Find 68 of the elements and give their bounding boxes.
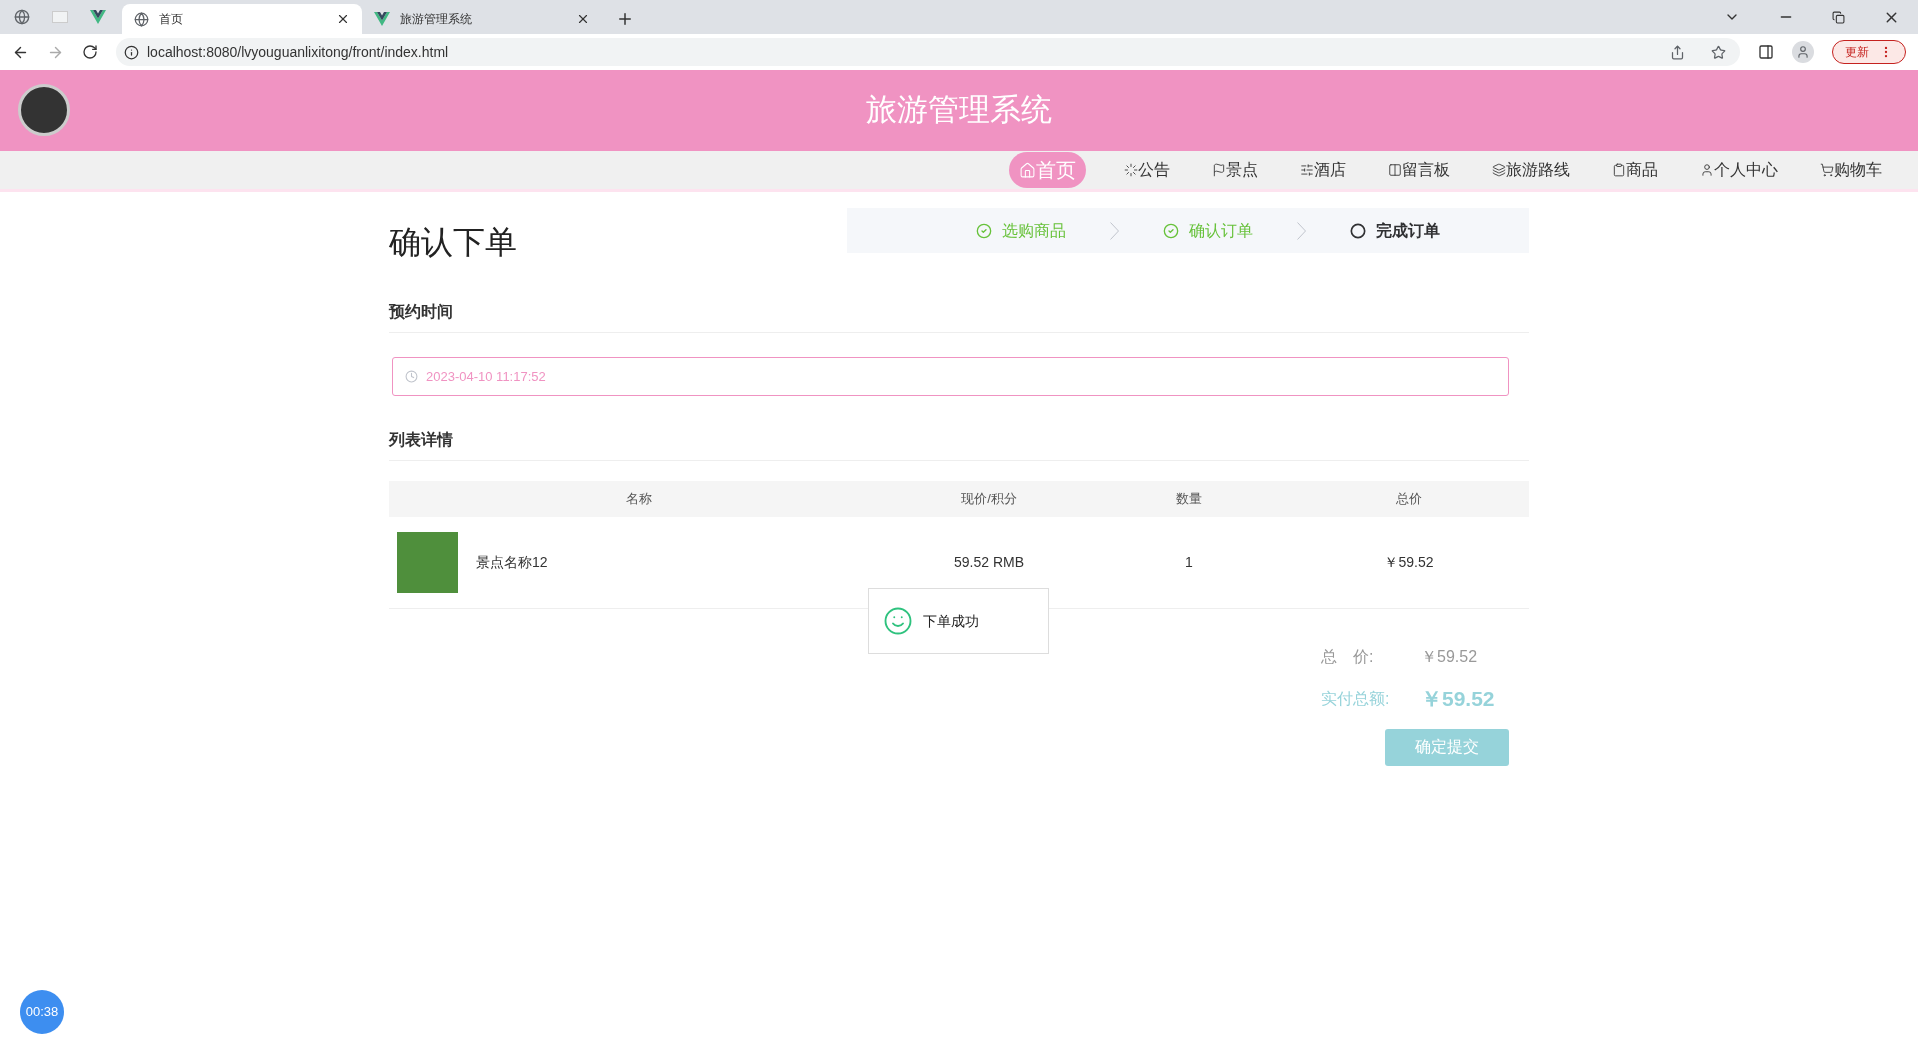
cart-icon: [1820, 163, 1834, 177]
site-title: 旅游管理系统: [866, 91, 1052, 130]
url-text: localhost:8080/lvyouguanlixitong/front/index.html: [147, 42, 450, 62]
section-title: 预约时间: [389, 303, 453, 320]
loader-icon: [1124, 163, 1138, 177]
side-panel-icon[interactable]: [1758, 44, 1774, 60]
step-item: 完成订单: [1350, 218, 1440, 243]
user-icon: [1700, 163, 1714, 177]
nav-item[interactable]: 个人中心: [1696, 152, 1782, 188]
table-cell-text: 59.52 RMB: [953, 553, 1024, 572]
v-logo-icon: [90, 10, 106, 24]
nav-item[interactable]: 商品: [1608, 152, 1662, 188]
globe-icon: [134, 11, 149, 27]
total-value: ￥59.52: [1421, 647, 1478, 667]
nav-item[interactable]: 购物车: [1816, 152, 1886, 188]
browser-tab[interactable]: 首页: [122, 4, 362, 34]
paid-value: ￥59.52: [1421, 686, 1495, 712]
tab-title: 旅游管理系统: [400, 11, 473, 28]
paid-label: 实付总额:: [1321, 688, 1391, 709]
restore-icon[interactable]: [1832, 10, 1845, 24]
total-label: 总 价:: [1321, 647, 1375, 667]
update-button[interactable]: 更新: [1832, 40, 1906, 64]
tab-title: 首页: [159, 11, 184, 28]
info-icon: [124, 44, 139, 60]
photo-placeholder: [397, 532, 458, 593]
nav-item[interactable]: 景点: [1208, 152, 1262, 188]
chevron-icon: [1297, 221, 1306, 240]
flag-icon: [1212, 163, 1226, 177]
nav-item[interactable]: 公告: [1120, 152, 1174, 188]
chevron-icon: [1110, 221, 1119, 240]
close-icon[interactable]: [336, 12, 350, 26]
column-header: 名称: [626, 490, 652, 509]
toast-message: 下单成功: [923, 611, 979, 631]
logo-icon: [18, 84, 70, 136]
globe-icon[interactable]: [14, 9, 30, 25]
columns-icon: [1388, 163, 1402, 177]
star-icon[interactable]: [1711, 44, 1726, 60]
layers-icon: [1492, 163, 1506, 177]
nav-item[interactable]: 留言板: [1384, 152, 1454, 188]
check-circle-icon: [1163, 222, 1179, 239]
circle-icon: [1350, 222, 1366, 239]
profile-avatar[interactable]: [1792, 41, 1814, 63]
clock-icon: [405, 370, 418, 383]
step-item: 选购商品: [976, 218, 1066, 243]
reload-icon[interactable]: [82, 44, 98, 60]
column-header: 现价/积分: [961, 490, 1017, 509]
address-bar[interactable]: localhost:8080/lvyouguanlixitong/front/index.html: [116, 38, 1740, 66]
page-title: 确认下单: [389, 223, 517, 262]
home-icon: [1019, 161, 1036, 179]
check-circle-icon: [976, 222, 992, 239]
column-header: 总价: [1396, 490, 1422, 509]
v-logo-icon: [374, 12, 390, 26]
table-cell-text: ￥59.52: [1384, 553, 1434, 572]
share-icon[interactable]: [1670, 44, 1685, 60]
new-tab-icon[interactable]: [616, 10, 634, 28]
sliders-icon: [1300, 163, 1314, 177]
browser-tab[interactable]: 旅游管理系统: [362, 4, 602, 34]
table-cell-text: 景点名称12: [476, 553, 548, 572]
column-header: 数量: [1176, 490, 1202, 509]
nav-item[interactable]: 旅游路线: [1488, 152, 1574, 188]
step-item: 确认订单: [1163, 218, 1253, 243]
smile-icon: [883, 606, 913, 636]
close-icon[interactable]: [576, 12, 590, 26]
timer-badge: 00:38: [20, 990, 64, 1034]
nav-item[interactable]: 酒店: [1296, 152, 1350, 188]
table-cell-text: 1: [1185, 553, 1193, 572]
clipboard-icon: [1612, 163, 1626, 177]
section-title: 列表详情: [389, 431, 453, 448]
